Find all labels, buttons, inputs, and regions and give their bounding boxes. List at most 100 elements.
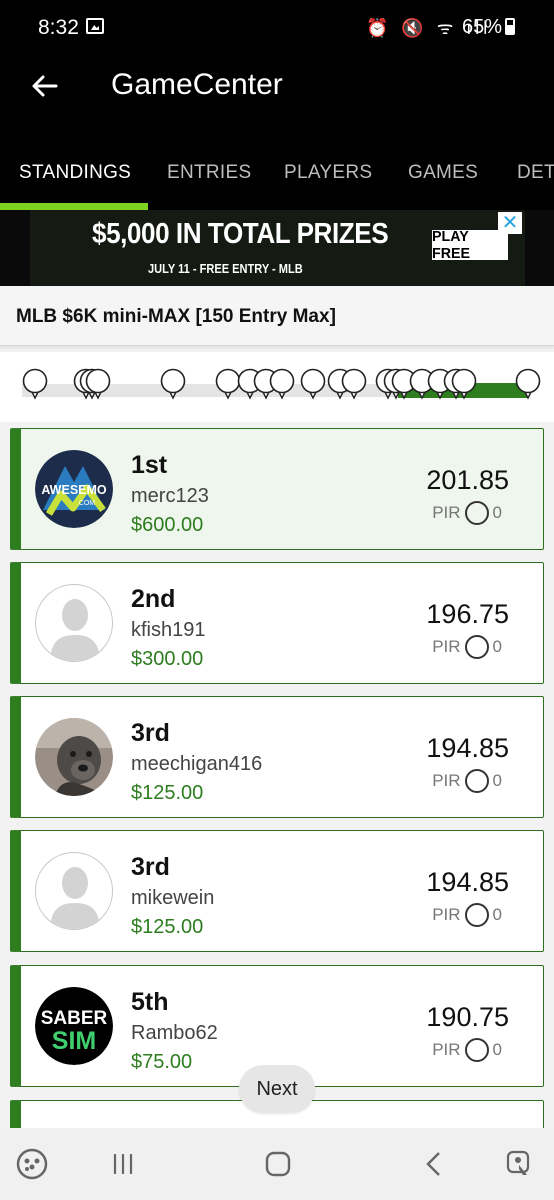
rank-label: 2nd <box>131 585 176 613</box>
ad-headline: $5,000 IN TOTAL PRIZES <box>92 218 389 250</box>
pir-indicator: PIR 0 <box>432 903 502 927</box>
pir-progress-icon <box>464 1038 489 1062</box>
score: 194.85 <box>426 867 509 897</box>
pir-value: 0 <box>492 771 502 790</box>
prize-amount: $600.00 <box>131 514 204 536</box>
ad-subline: JULY 11 - FREE ENTRY - MLB <box>148 261 303 276</box>
user-silhouette-icon <box>50 867 100 929</box>
tab-standings[interactable]: STANDINGS <box>19 162 131 184</box>
pir-label: PIR <box>432 771 461 790</box>
contest-header: MLB $6K mini-MAX [150 Entry Max] <box>0 286 554 346</box>
pir-label: PIR <box>432 905 461 924</box>
pir-value: 0 <box>492 905 502 924</box>
rank-label: 3rd <box>131 853 170 881</box>
game-marker-icon <box>215 368 241 400</box>
tab-bar: STANDINGS ENTRIES PLAYERS GAMES DETAILS <box>0 150 554 210</box>
pir-label: PIR <box>432 637 461 656</box>
status-time: 8:32 <box>38 16 79 39</box>
avatar-logo-subtext: .COM <box>77 500 95 507</box>
game-launcher-button[interactable] <box>12 1146 52 1182</box>
battery-icon <box>505 18 515 35</box>
score: 190.75 <box>426 1002 509 1032</box>
avatar-default <box>35 852 113 930</box>
app-bar: GameCenter <box>0 58 554 150</box>
ad-play-free-button[interactable]: PLAY FREE <box>432 228 508 262</box>
pir-indicator: PIR 0 <box>432 1038 502 1062</box>
next-button[interactable]: Next <box>239 1065 315 1113</box>
username: Rambo62 <box>131 1022 218 1044</box>
prize-amount: $125.00 <box>131 782 204 804</box>
score: 194.85 <box>426 733 509 763</box>
game-marker-icon <box>341 368 367 400</box>
back-button[interactable] <box>22 64 66 108</box>
tab-details[interactable]: DETAILS <box>517 162 554 184</box>
avatar-logo-text: AWESEMO <box>41 483 107 497</box>
avatar-sabersim: SABER SIM <box>35 987 113 1065</box>
gallery-icon <box>86 18 104 34</box>
game-timeline[interactable] <box>0 352 554 422</box>
tab-games[interactable]: GAMES <box>408 162 478 184</box>
tab-entries[interactable]: ENTRIES <box>167 162 251 184</box>
sabersim-logo-icon: SABER SIM <box>35 987 113 1065</box>
user-silhouette-icon <box>50 599 100 661</box>
pir-value: 0 <box>492 637 502 656</box>
pir-label: PIR <box>432 503 461 522</box>
standing-row[interactable]: 3rd mikewein $125.00 194.85 PIR 0 <box>10 830 544 952</box>
ad-content: $5,000 IN TOTAL PRIZES JULY 11 - FREE EN… <box>30 210 525 286</box>
pir-value: 0 <box>492 1040 502 1059</box>
pir-indicator: PIR 0 <box>432 501 502 525</box>
contest-name: MLB $6K mini-MAX [150 Entry Max] <box>16 306 336 327</box>
username: kfish191 <box>131 619 206 641</box>
tab-indicator <box>0 203 148 210</box>
pir-progress-icon <box>464 769 489 793</box>
arrow-left-icon <box>32 75 58 97</box>
system-nav-bar <box>0 1128 554 1200</box>
recents-button[interactable] <box>103 1146 143 1182</box>
timeline-markers <box>22 368 541 400</box>
avatar-awesemo: AWESEMO .COM <box>35 450 113 528</box>
score: 201.85 <box>426 465 509 495</box>
ad-close-icon[interactable]: ✕ <box>498 212 522 234</box>
dog-photo-icon <box>35 718 113 796</box>
chevron-left-icon <box>426 1152 440 1176</box>
awesemo-logo-icon: AWESEMO .COM <box>35 450 113 528</box>
avatar-photo <box>35 718 113 796</box>
game-marker-icon <box>269 368 295 400</box>
game-marker-icon <box>300 368 326 400</box>
username: merc123 <box>131 485 209 507</box>
standings-list[interactable]: AWESEMO .COM 1st merc123 $600.00 201.85 … <box>0 422 554 1128</box>
home-button[interactable] <box>258 1146 298 1182</box>
avatar-logo-subtext: SIM <box>52 1027 96 1055</box>
pir-indicator: PIR 0 <box>432 635 502 659</box>
standing-row[interactable]: 2nd kfish191 $300.00 196.75 PIR 0 <box>10 562 544 684</box>
pir-progress-icon <box>464 903 489 927</box>
accessibility-touch-icon <box>506 1150 530 1175</box>
recents-icon <box>113 1154 133 1174</box>
prize-amount: $75.00 <box>131 1051 193 1073</box>
accessibility-button[interactable] <box>500 1146 540 1182</box>
game-marker-icon <box>515 368 541 400</box>
back-nav-button[interactable] <box>414 1146 454 1182</box>
pir-progress-icon <box>464 501 489 525</box>
prize-amount: $300.00 <box>131 648 204 670</box>
pir-indicator: PIR 0 <box>432 769 502 793</box>
rank-label: 5th <box>131 988 169 1016</box>
game-marker-icon <box>160 368 186 400</box>
game-marker-icon <box>22 368 48 400</box>
tab-players[interactable]: PLAYERS <box>284 162 372 184</box>
prize-amount: $125.00 <box>131 916 204 938</box>
rank-label: 1st <box>131 451 168 479</box>
page-title: GameCenter <box>111 68 283 101</box>
home-icon <box>265 1151 291 1177</box>
standing-row[interactable]: 3rd meechigan416 $125.00 194.85 PIR 0 <box>10 696 544 818</box>
username: mikewein <box>131 887 215 909</box>
gamepad-icon <box>16 1148 48 1180</box>
rank-label: 3rd <box>131 719 170 747</box>
pir-value: 0 <box>492 503 502 522</box>
battery-percent: 65% <box>462 16 503 38</box>
avatar-default <box>35 584 113 662</box>
ad-banner[interactable]: $5,000 IN TOTAL PRIZES JULY 11 - FREE EN… <box>0 210 554 286</box>
standing-row[interactable]: AWESEMO .COM 1st merc123 $600.00 201.85 … <box>10 428 544 550</box>
score: 196.75 <box>426 599 509 629</box>
pir-progress-icon <box>464 635 489 659</box>
